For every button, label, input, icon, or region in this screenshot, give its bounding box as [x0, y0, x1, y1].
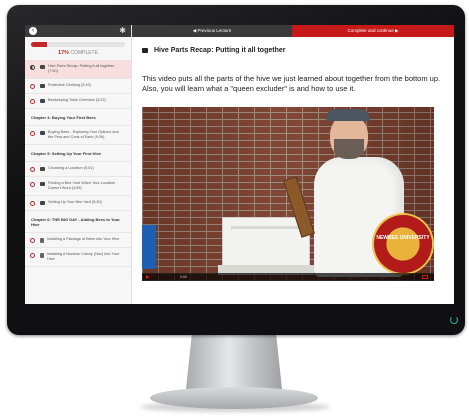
lecture-main: ◀ Previous Lecture Complete and continue…: [132, 25, 454, 304]
course-progress-bar: [31, 42, 125, 47]
progress-suffix: COMPLETE: [70, 50, 98, 56]
lesson-label: Setting Up Your Bee Yard (5:30): [48, 200, 102, 204]
lesson-item[interactable]: Choosing a Location (5:01): [25, 162, 131, 177]
fullscreen-icon[interactable]: [422, 274, 428, 279]
power-icon: [450, 316, 458, 324]
progress-percent: 17%: [58, 50, 70, 56]
video-time: 0:00: [180, 274, 187, 279]
lesson-status-icon: [30, 201, 35, 206]
hive-slot: [231, 226, 301, 229]
university-seal-logo: [374, 215, 432, 273]
complete-and-continue-button[interactable]: Complete and continue ▶: [292, 25, 454, 37]
video-icon: [40, 99, 45, 103]
video-icon: [40, 182, 45, 186]
lecture-topbar: ◀ Previous Lecture Complete and continue…: [132, 25, 454, 37]
lesson-item[interactable]: Buying Bees - Exploring Your Options and…: [25, 126, 131, 145]
course-progress-text: 17% COMPLETE: [25, 50, 131, 56]
monitor-stand-neck: [186, 335, 282, 389]
course-sidebar: ‹ ✱ 17% COMPLETE Hive Parts Recap: Putti…: [25, 25, 132, 304]
lesson-label: Beekeeping Tools Overview (5:22): [48, 98, 106, 102]
video-player[interactable]: NEWBEE UNIVERSITY 0:00: [142, 107, 434, 281]
lesson-status-icon: [30, 167, 35, 172]
lesson-status-icon: [30, 238, 35, 243]
lecture-description: This video puts all the parts of the hiv…: [142, 74, 441, 93]
video-icon: [40, 201, 45, 205]
video-icon: [40, 65, 45, 69]
lesson-label: Installing a Nucleus Colony (Nuc) Into Y…: [47, 252, 120, 261]
lesson-status-icon: [30, 131, 35, 136]
lesson-label: Hive Parts Recap: Putting it all togethe…: [48, 64, 115, 73]
lesson-status-icon: [30, 253, 35, 258]
lesson-label: Buying Bees - Exploring Your Options and…: [48, 130, 119, 139]
course-progress-fill: [31, 42, 47, 47]
video-icon: [40, 167, 45, 171]
lesson-label: Finding a Bee Yard When Your Location Do…: [48, 181, 116, 190]
play-icon[interactable]: [146, 274, 150, 279]
video-controls: 0:00: [142, 273, 434, 281]
screen: ‹ ✱ 17% COMPLETE Hive Parts Recap: Putti…: [25, 25, 454, 304]
lesson-list: Hive Parts Recap: Putting it all togethe…: [25, 60, 131, 267]
video-icon: [40, 131, 45, 135]
lecture-title: Hive Parts Recap: Putting it all togethe…: [142, 47, 285, 54]
lesson-status-icon: [30, 182, 35, 187]
video-icon: [40, 84, 45, 88]
lesson-status-icon: [30, 65, 35, 70]
previous-lecture-button[interactable]: ◀ Previous Lecture: [132, 25, 292, 37]
lesson-status-icon: [30, 84, 35, 89]
document-icon: [40, 252, 44, 258]
lesson-item[interactable]: Finding a Bee Yard When Your Location Do…: [25, 177, 131, 196]
sidebar-header: ‹ ✱: [25, 25, 131, 37]
lesson-item[interactable]: Hive Parts Recap: Putting it all togethe…: [25, 60, 131, 79]
presenter-beard: [334, 139, 364, 159]
presenter-hat: [326, 109, 370, 121]
monitor-stand-base: [150, 387, 318, 409]
chapter-heading: Chapter 5: Setting Up Your First Hive: [25, 145, 131, 162]
lesson-item[interactable]: Beekeeping Tools Overview (5:22): [25, 94, 131, 109]
lesson-label: Protective Clothing (3:49): [48, 83, 91, 87]
back-icon[interactable]: ‹: [29, 27, 37, 35]
lecture-title-text: Hive Parts Recap: Putting it all togethe…: [154, 47, 286, 54]
lesson-item[interactable]: Installing a Package of Bees into Your H…: [25, 233, 131, 248]
lesson-item[interactable]: Protective Clothing (3:49): [25, 79, 131, 94]
seal-text: NEWBEE UNIVERSITY: [376, 235, 430, 241]
lesson-label: Installing a Package of Bees into Your H…: [47, 237, 120, 241]
chapter-heading: Chapter 6: THE BIG DAY - Adding Bees to …: [25, 211, 131, 233]
video-icon: [142, 48, 148, 53]
lesson-status-icon: [30, 99, 35, 104]
chapter-heading: Chapter 4: Buying Your First Bees: [25, 109, 131, 126]
lesson-item[interactable]: Installing a Nucleus Colony (Nuc) Into Y…: [25, 248, 131, 267]
lesson-item[interactable]: Setting Up Your Bee Yard (5:30): [25, 196, 131, 211]
lesson-label: Choosing a Location (5:01): [48, 166, 94, 170]
blue-container: [142, 225, 156, 269]
gear-icon[interactable]: ✱: [119, 27, 126, 35]
document-icon: [40, 237, 44, 243]
